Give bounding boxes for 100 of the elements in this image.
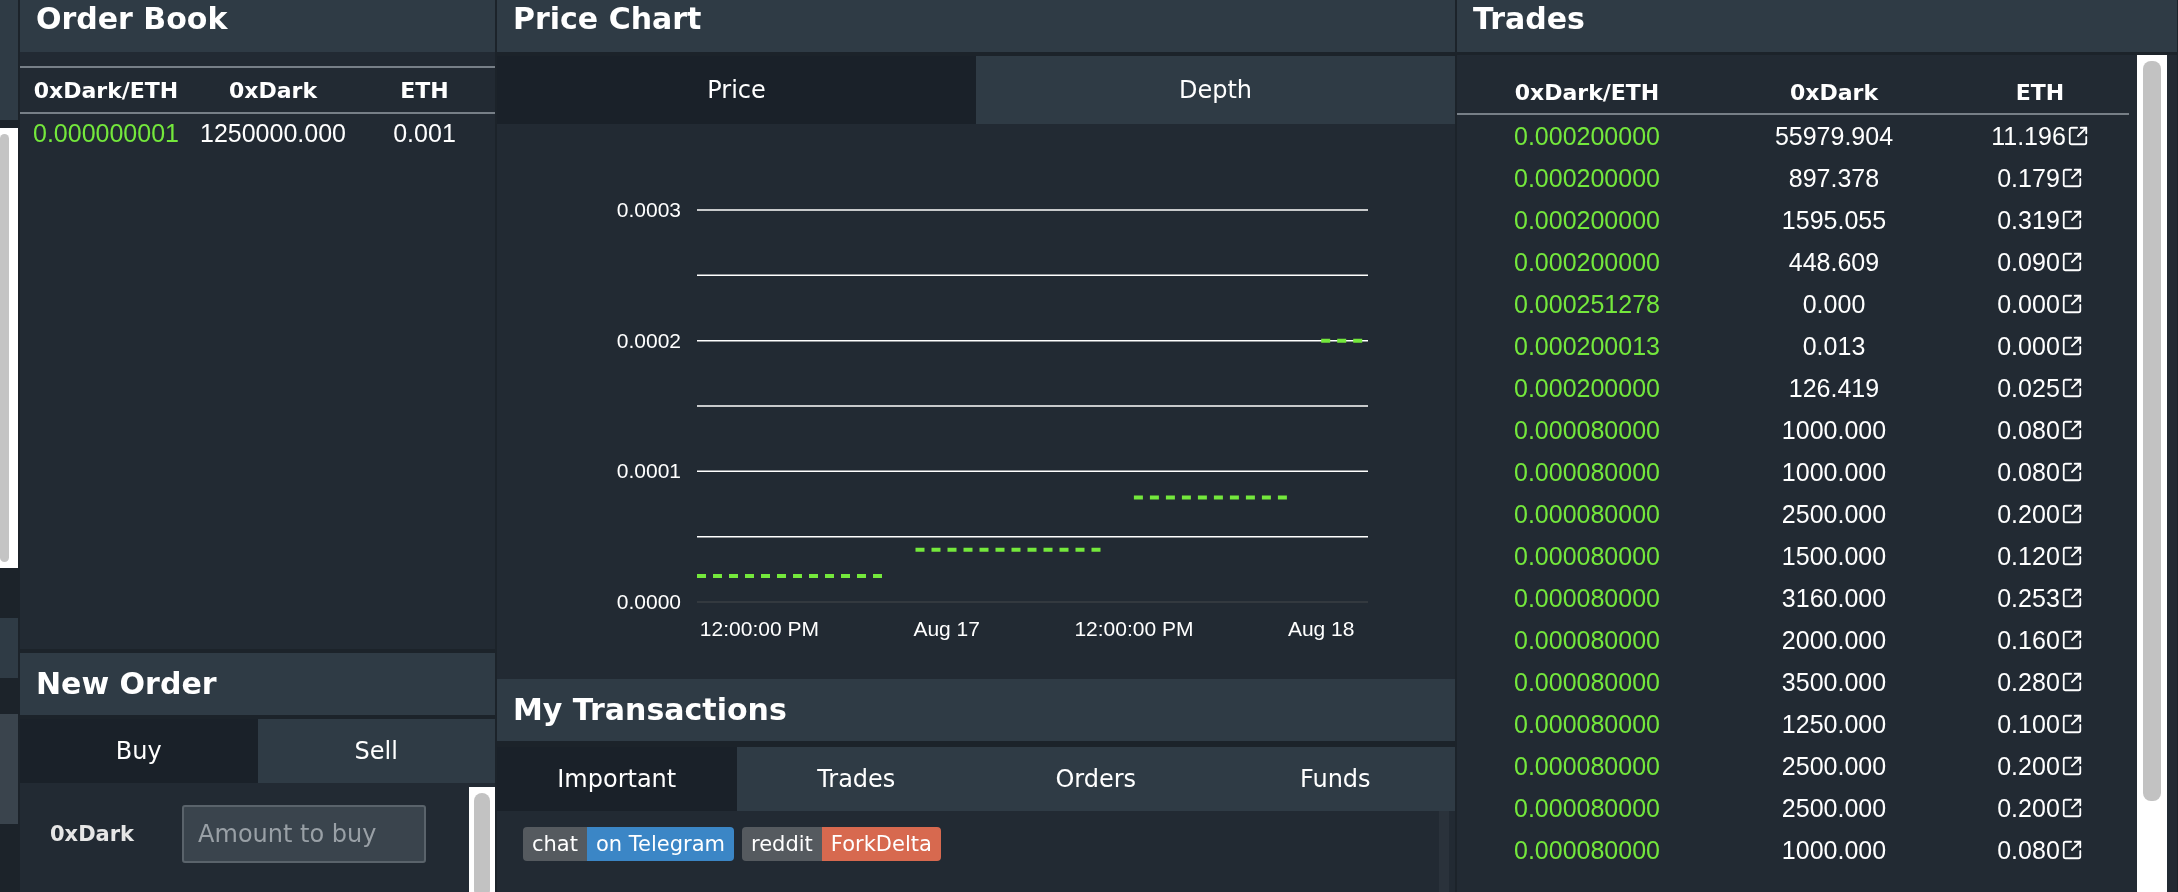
external-link-icon[interactable] bbox=[2060, 587, 2083, 609]
total-cell: 0.253 bbox=[1997, 583, 2060, 613]
column-header: 0xDark bbox=[227, 77, 319, 103]
price-cell-text: 0.000251278 bbox=[1513, 289, 1661, 319]
external-link-icon[interactable] bbox=[2060, 209, 2083, 231]
scrollbar[interactable] bbox=[2137, 55, 2167, 892]
panel-title: Order Book bbox=[36, 0, 228, 38]
total-cell: 0.200 bbox=[1997, 751, 2060, 781]
external-link-icon[interactable] bbox=[2060, 419, 2083, 441]
amount-cell-text: 55979.904 bbox=[1773, 121, 1895, 151]
external-link-icon[interactable] bbox=[2060, 755, 2083, 777]
tab[interactable]: Funds bbox=[1215, 747, 1455, 811]
total-cell: 0.280 bbox=[1997, 667, 2060, 697]
amount-input[interactable]: Amount to buy bbox=[182, 805, 427, 863]
total-cell: 0.200 bbox=[1997, 793, 2060, 823]
axis-label: 0.0001 bbox=[616, 459, 681, 483]
axis-label: Aug 17 bbox=[913, 617, 980, 640]
column-header: 0xDark/ETH bbox=[32, 77, 180, 103]
price-cell-text: 0.000080000 bbox=[1513, 583, 1661, 613]
total-cell: 0.200 bbox=[1997, 499, 2060, 529]
total-cell: 0.025 bbox=[1997, 373, 2060, 403]
amount-cell-text: 3500.000 bbox=[1780, 667, 1888, 697]
price-cell-text: 0.000080000 bbox=[1513, 625, 1661, 655]
amount-cell-text: 2500.000 bbox=[1780, 751, 1888, 781]
column-header: ETH bbox=[399, 77, 450, 103]
price-cell-text: 0.000200000 bbox=[1513, 163, 1661, 193]
total-cell: 0.080 bbox=[1997, 415, 2060, 445]
amount-cell-text: 126.419 bbox=[1787, 373, 1881, 403]
external-link-icon[interactable] bbox=[2060, 377, 2083, 399]
amount-cell-text: 2500.000 bbox=[1780, 499, 1888, 529]
external-link-icon[interactable] bbox=[2060, 629, 2083, 651]
axis-label: 12:00:00 PM bbox=[1074, 617, 1194, 640]
price-cell-text: 0.000080000 bbox=[1513, 415, 1661, 445]
total-cell: 0.319 bbox=[1997, 205, 2060, 235]
panel-edge bbox=[0, 618, 18, 678]
amount-cell-text: 1250000.000 bbox=[199, 118, 347, 148]
total-cell: 0.080 bbox=[1997, 457, 2060, 487]
external-link-icon[interactable] bbox=[2060, 503, 2083, 525]
external-link-icon[interactable] bbox=[2060, 335, 2083, 357]
total-cell-text: 0.001 bbox=[392, 118, 457, 148]
axis-label: 12:00:00 PM bbox=[699, 617, 819, 640]
external-link-icon[interactable] bbox=[2060, 167, 2083, 189]
column-header: 0xDark bbox=[1788, 80, 1880, 105]
amount-cell-text: 1250.000 bbox=[1780, 709, 1888, 739]
price-cell-text: 0.000200000 bbox=[1513, 247, 1661, 277]
amount-cell-text: 1000.000 bbox=[1780, 835, 1888, 865]
amount-cell-text: 1500.000 bbox=[1780, 541, 1888, 571]
amount-cell-text: 2500.000 bbox=[1780, 793, 1888, 823]
total-cell: 0.179 bbox=[1997, 163, 2060, 193]
axis-label: Aug 18 bbox=[1287, 617, 1355, 640]
external-link-icon[interactable] bbox=[2066, 125, 2089, 147]
axis-label: 0.0002 bbox=[616, 328, 681, 352]
external-link-icon[interactable] bbox=[2060, 797, 2083, 819]
price-cell-text: 0.000080000 bbox=[1513, 793, 1661, 823]
panel-title: Price Chart bbox=[513, 0, 702, 38]
price-cell-text: 0.000200013 bbox=[1513, 331, 1661, 361]
price-cell-text: 0.000080000 bbox=[1513, 499, 1661, 529]
total-cell: 0.000 bbox=[1997, 289, 2060, 319]
total-cell: 11.196 bbox=[1991, 121, 2066, 151]
panel-title: New Order bbox=[36, 665, 217, 703]
price-cell-text: 0.000080000 bbox=[1513, 541, 1661, 571]
price-cell-text: 0.000080000 bbox=[1513, 751, 1661, 781]
price-cell-text: 0.000080000 bbox=[1513, 835, 1661, 865]
axis-label: 0.0003 bbox=[616, 198, 681, 221]
total-cell: 0.000 bbox=[1997, 331, 2060, 361]
tab[interactable]: Trades bbox=[736, 747, 976, 811]
amount-cell-text: 0.013 bbox=[1801, 331, 1867, 361]
amount-cell-text: 1000.000 bbox=[1780, 415, 1888, 445]
panel-title: My Transactions bbox=[513, 691, 787, 729]
tab[interactable]: Depth bbox=[976, 56, 1455, 124]
total-cell: 0.100 bbox=[1997, 709, 2060, 739]
price-cell-text: 0.000080000 bbox=[1513, 667, 1661, 697]
price-cell-text: 0.000200000 bbox=[1513, 373, 1661, 403]
amount-cell-text: 3160.000 bbox=[1780, 583, 1888, 613]
column-header: ETH bbox=[2014, 80, 2066, 105]
field-label: 0xDark bbox=[50, 822, 135, 846]
external-link-icon[interactable] bbox=[2060, 671, 2083, 693]
total-cell: 0.160 bbox=[1997, 625, 2060, 655]
total-cell: 0.090 bbox=[1997, 247, 2060, 277]
tab[interactable]: Sell bbox=[257, 719, 495, 783]
external-link-icon[interactable] bbox=[2060, 713, 2083, 735]
external-link-icon[interactable] bbox=[2060, 839, 2083, 861]
external-link-icon[interactable] bbox=[2060, 545, 2083, 567]
total-cell: 0.080 bbox=[1997, 835, 2060, 865]
external-link-icon[interactable] bbox=[2060, 251, 2083, 273]
price-cell-text: 0.000080000 bbox=[1513, 709, 1661, 739]
axis-label: 0.0000 bbox=[616, 590, 681, 613]
column-header: 0xDark/ETH bbox=[1513, 80, 1661, 105]
amount-cell-text: 1595.055 bbox=[1780, 205, 1888, 235]
total-cell: 0.120 bbox=[1997, 541, 2060, 571]
panel-title: Trades bbox=[1473, 0, 1585, 38]
external-link-icon[interactable] bbox=[2060, 461, 2083, 483]
tab[interactable]: Orders bbox=[976, 747, 1216, 811]
price-cell-text: 0.000200000 bbox=[1513, 121, 1661, 151]
price-cell-text: 0.000200000 bbox=[1513, 205, 1661, 235]
amount-cell-text: 1000.000 bbox=[1780, 457, 1888, 487]
external-link-icon[interactable] bbox=[2060, 293, 2083, 315]
amount-cell-text: 897.378 bbox=[1787, 163, 1881, 193]
scrollbar[interactable] bbox=[469, 787, 495, 892]
price-cell-text: 0.000000001 bbox=[32, 118, 180, 148]
